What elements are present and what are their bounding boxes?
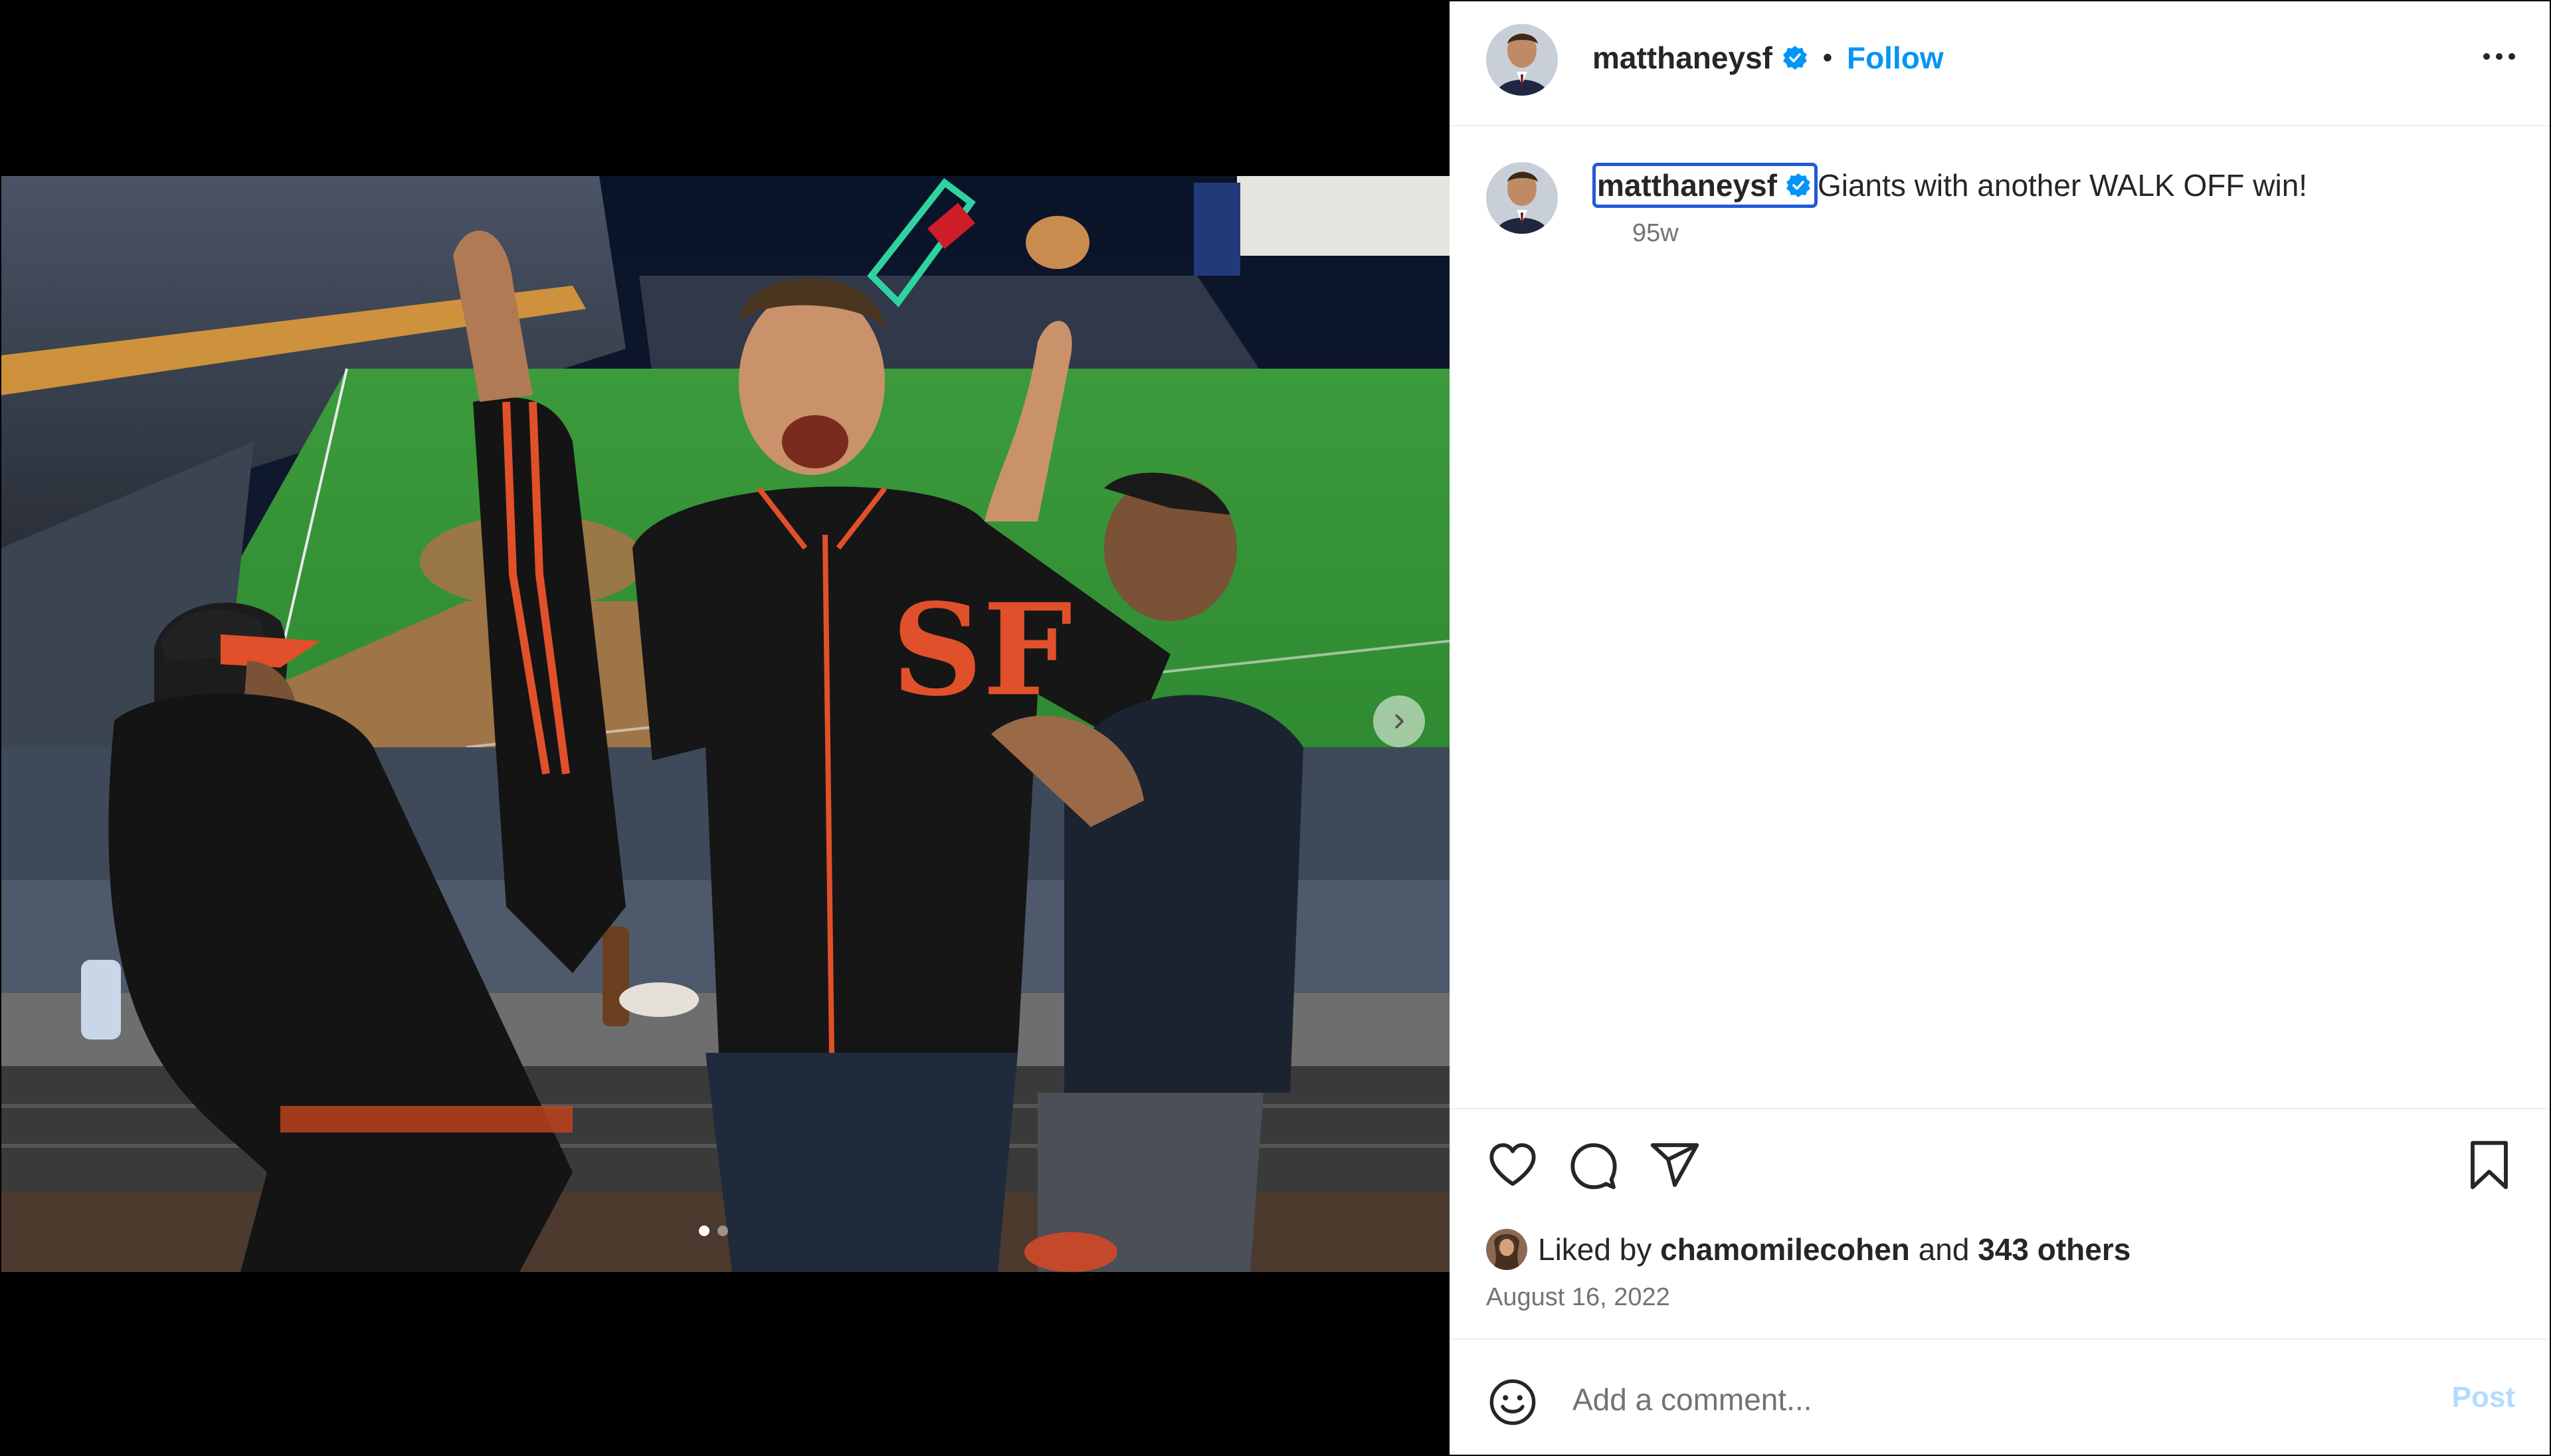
more-options-icon[interactable] — [2483, 53, 2515, 60]
carousel-dot — [717, 1226, 728, 1236]
send-paper-plane-icon[interactable] — [1648, 1138, 1701, 1192]
liked-by-and: and — [1918, 1232, 1970, 1267]
post-comment-button[interactable]: Post — [2452, 1381, 2515, 1414]
post-actions: Liked by chamomilecohen and 343 others A… — [1450, 1108, 2550, 1334]
post-header: matthaneysf • Follow — [1450, 1, 2550, 126]
liked-by-user[interactable]: chamomilecohen — [1660, 1231, 1910, 1267]
liker-avatar[interactable] — [1486, 1229, 1527, 1270]
caption-age[interactable]: 95w — [1632, 219, 1679, 248]
header-user-row: matthaneysf • Follow — [1592, 40, 1944, 76]
liked-by-others[interactable]: 343 others — [1978, 1231, 2130, 1267]
author-username[interactable]: matthaneysf — [1592, 40, 1772, 76]
liked-by-prefix: Liked by — [1538, 1232, 1652, 1267]
post-photo[interactable]: SF — [1, 176, 1450, 1272]
instagram-post-modal: SF matthaneysf • Follow matthaneysf Gian… — [0, 0, 2551, 1456]
verified-badge-icon — [1786, 173, 1810, 197]
chevron-right-icon — [1395, 714, 1404, 729]
bookmark-icon — [2471, 1140, 2508, 1190]
carousel-next-button[interactable] — [1373, 695, 1425, 747]
follow-button[interactable]: Follow — [1847, 40, 1944, 76]
comment-input[interactable] — [1572, 1376, 2370, 1423]
comment-bar: Post — [1450, 1338, 2550, 1455]
carousel-indicators — [699, 1226, 728, 1236]
carousel-dot-active — [699, 1226, 709, 1236]
caption-username: matthaneysf — [1597, 168, 1777, 203]
comment-bubble-icon[interactable] — [1567, 1138, 1620, 1192]
separator-dot: • — [1822, 43, 1832, 72]
photo-illustration: SF — [1, 176, 1450, 1272]
svg-text:SF: SF — [892, 576, 1072, 724]
action-icons — [1486, 1138, 1701, 1192]
heart-icon[interactable] — [1486, 1138, 1539, 1192]
caption-author-avatar[interactable] — [1486, 162, 1558, 234]
post-side-panel: matthaneysf • Follow matthaneysf Giants … — [1450, 1, 2550, 1455]
post-date[interactable]: August 16, 2022 — [1486, 1283, 1670, 1312]
emoji-smile-icon[interactable] — [1486, 1376, 1539, 1429]
save-button[interactable] — [2465, 1138, 2513, 1192]
media-panel: SF — [0, 0, 1450, 1456]
likes-summary: Liked by chamomilecohen and 343 others — [1486, 1229, 2130, 1270]
author-avatar[interactable] — [1486, 24, 1558, 96]
caption-username-link[interactable]: matthaneysf — [1592, 163, 1818, 208]
verified-badge-icon — [1782, 46, 1807, 70]
caption-line: matthaneysf Giants with another WALK OFF… — [1592, 162, 2307, 209]
caption-text: Giants with another WALK OFF win! — [1817, 168, 2308, 203]
